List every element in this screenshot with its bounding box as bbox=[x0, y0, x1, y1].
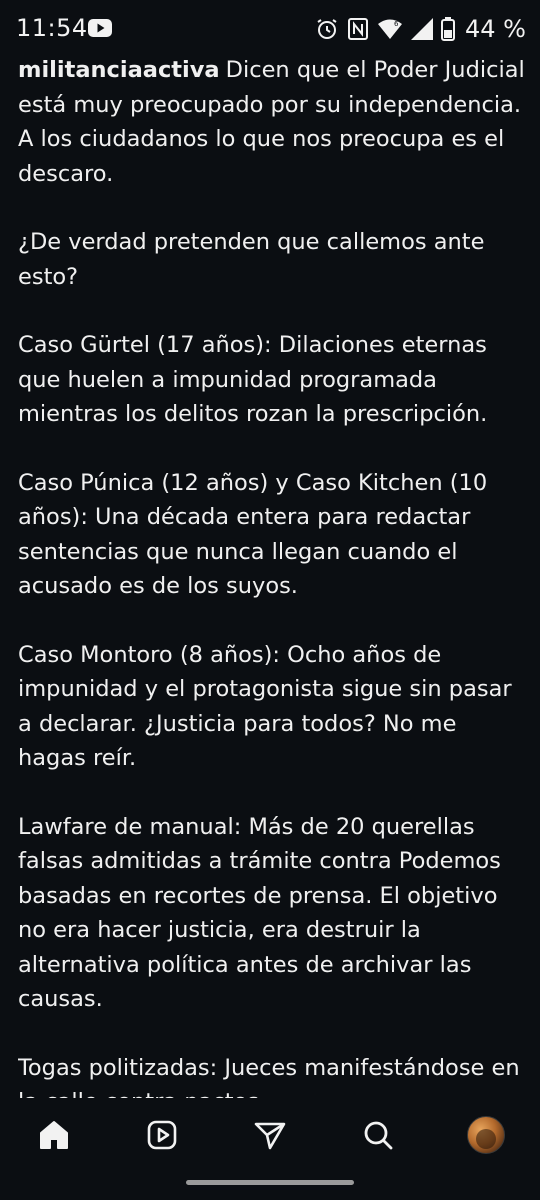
signal-icon bbox=[411, 18, 434, 40]
battery-percentage: 44 % bbox=[465, 15, 526, 43]
caption-paragraph: Caso Gürtel (17 años): Dilaciones eterna… bbox=[18, 332, 488, 427]
caption-paragraph: Caso Montoro (8 años): Ocho años de impu… bbox=[18, 641, 512, 772]
caption-paragraph: Caso Púnica (12 años) y Caso Kitchen (10… bbox=[18, 469, 488, 600]
profile-tab[interactable] bbox=[451, 1105, 521, 1165]
bottom-navigation bbox=[0, 1100, 540, 1170]
home-icon[interactable] bbox=[19, 1105, 89, 1165]
status-bar: 11:54 6 44 % bbox=[0, 0, 540, 56]
caption-paragraph: militanciaactiva Dicen que el Poder Judic… bbox=[18, 53, 526, 191]
nfc-icon bbox=[347, 17, 369, 41]
alarm-icon bbox=[315, 17, 339, 41]
gesture-navigation-bar[interactable] bbox=[186, 1180, 354, 1185]
battery-icon bbox=[441, 17, 456, 41]
wifi-icon: 6 bbox=[377, 18, 403, 40]
youtube-icon bbox=[88, 19, 112, 37]
send-icon[interactable] bbox=[235, 1105, 305, 1165]
caption-paragraph: ¿De verdad pretenden que callemos ante e… bbox=[18, 229, 485, 290]
caption-paragraph: Togas politizadas: Jueces manifestándose… bbox=[18, 1054, 520, 1099]
username-link[interactable]: militanciaactiva bbox=[18, 57, 220, 83]
svg-text:6: 6 bbox=[394, 20, 399, 28]
reels-icon[interactable] bbox=[127, 1105, 197, 1165]
search-icon[interactable] bbox=[343, 1105, 413, 1165]
status-time: 11:54 bbox=[16, 14, 88, 42]
avatar[interactable] bbox=[467, 1116, 505, 1154]
caption-paragraph: Lawfare de manual: Más de 20 querellas f… bbox=[18, 813, 501, 1013]
post-caption: militanciaactiva Dicen que el Poder Judic… bbox=[18, 53, 526, 1098]
status-icons: 6 44 % bbox=[315, 14, 526, 44]
